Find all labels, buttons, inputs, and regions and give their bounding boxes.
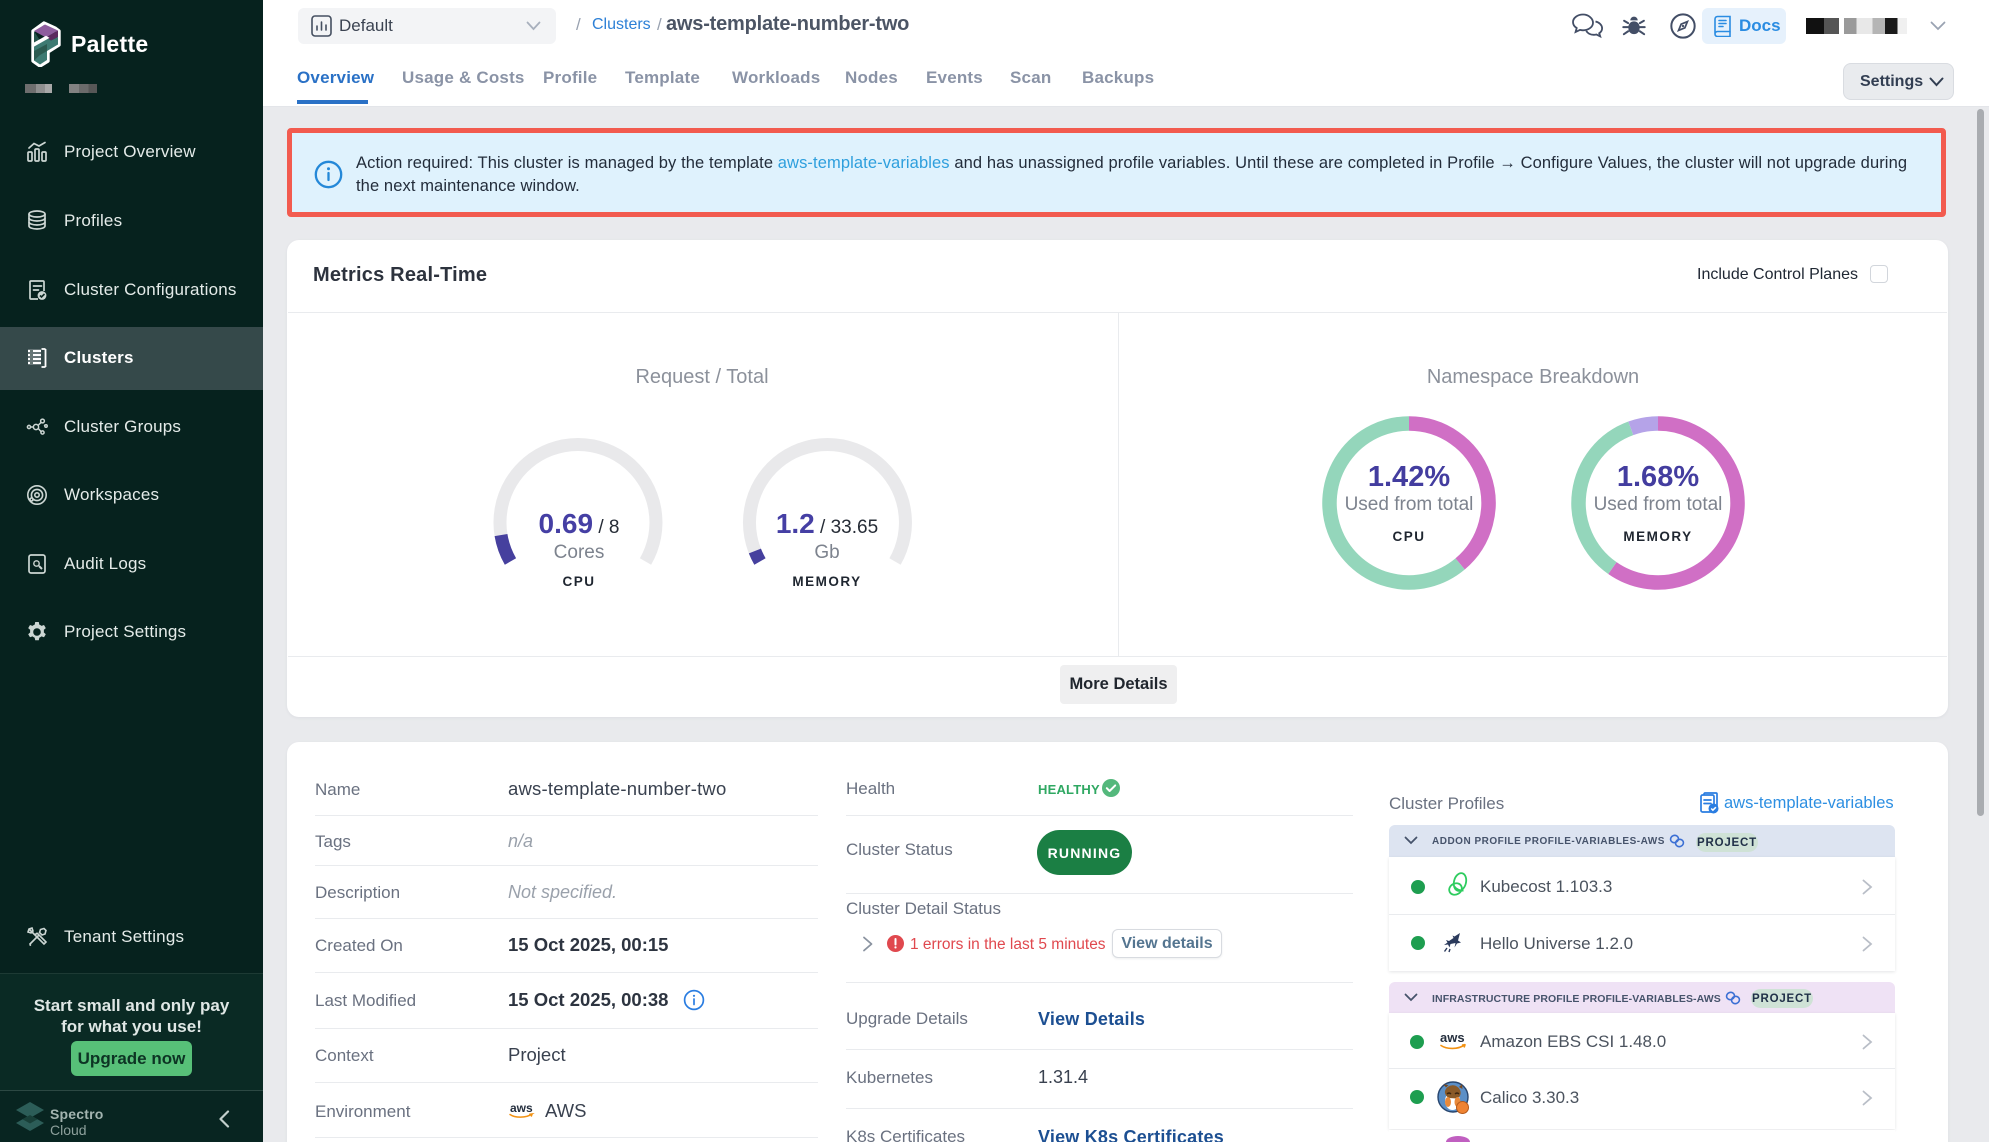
svg-text:aws: aws <box>510 1101 533 1115</box>
svg-text:aws: aws <box>1440 1030 1465 1045</box>
